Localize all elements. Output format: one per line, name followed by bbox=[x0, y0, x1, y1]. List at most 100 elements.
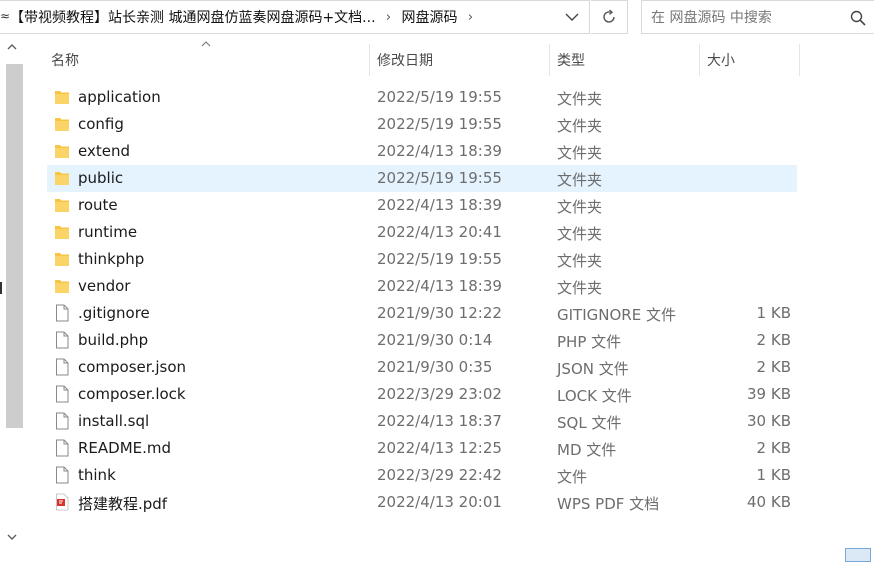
file-row[interactable]: config 2022/5/19 19:55 文件夹 bbox=[47, 111, 797, 138]
file-name[interactable]: .gitignore bbox=[78, 304, 150, 322]
breadcrumb-parent[interactable]: 【带视频教程】站长亲测 城通网盘仿蓝奏网盘源码+文档... bbox=[10, 7, 376, 27]
file-row[interactable]: 搭建教程.pdf 2022/4/13 20:01 WPS PDF 文档 40 KB bbox=[47, 489, 797, 516]
file-row[interactable]: README.md 2022/4/13 12:25 MD 文件 2 KB bbox=[47, 435, 797, 462]
scrollbar-thumb[interactable] bbox=[6, 64, 23, 428]
file-modified-date: 2021/9/30 0:14 bbox=[377, 331, 493, 349]
search-icon[interactable] bbox=[850, 10, 866, 26]
file-row[interactable]: runtime 2022/4/13 20:41 文件夹 bbox=[47, 219, 797, 246]
file-size: 1 KB bbox=[756, 304, 791, 322]
column-divider[interactable] bbox=[699, 44, 700, 76]
column-header-size[interactable]: 大小 bbox=[707, 44, 799, 76]
file-modified-date: 2022/4/13 20:01 bbox=[377, 493, 502, 511]
column-header-type[interactable]: 类型 bbox=[557, 44, 699, 76]
file-row[interactable]: composer.json 2021/9/30 0:35 JSON 文件 2 KB bbox=[47, 354, 797, 381]
column-header-name[interactable]: 名称 bbox=[51, 44, 369, 76]
vertical-scrollbar[interactable] bbox=[0, 40, 24, 550]
refresh-button[interactable] bbox=[591, 0, 628, 34]
file-name[interactable]: route bbox=[78, 196, 118, 214]
file-name[interactable]: application bbox=[78, 88, 161, 106]
file-icon bbox=[54, 385, 70, 403]
file-row[interactable]: think 2022/3/29 22:42 文件 1 KB bbox=[47, 462, 797, 489]
address-history-dropdown[interactable] bbox=[555, 1, 589, 33]
scroll-up-icon[interactable] bbox=[6, 42, 18, 52]
file-type: GITIGNORE 文件 bbox=[557, 306, 676, 324]
file-type: LOCK 文件 bbox=[557, 387, 632, 405]
search-input[interactable]: 在 网盘源码 中搜索 bbox=[641, 0, 874, 34]
folder-icon bbox=[54, 115, 70, 133]
navigation-pane-edge bbox=[0, 282, 2, 294]
file-name[interactable]: composer.json bbox=[78, 358, 186, 376]
file-icon bbox=[54, 439, 70, 457]
breadcrumb-separator-icon[interactable]: › bbox=[458, 10, 484, 25]
file-modified-date: 2022/4/13 18:39 bbox=[377, 196, 502, 214]
file-type: 文件夹 bbox=[557, 144, 603, 162]
file-type: SQL 文件 bbox=[557, 414, 622, 432]
column-divider[interactable] bbox=[369, 44, 370, 76]
file-name[interactable]: thinkphp bbox=[78, 250, 144, 268]
file-name[interactable]: 搭建教程.pdf bbox=[78, 493, 167, 514]
file-size: 39 KB bbox=[747, 385, 791, 403]
file-size: 2 KB bbox=[756, 331, 791, 349]
file-modified-date: 2022/5/19 19:55 bbox=[377, 169, 502, 187]
file-modified-date: 2022/3/29 23:02 bbox=[377, 385, 502, 403]
file-type: 文件夹 bbox=[557, 279, 603, 297]
file-size: 2 KB bbox=[756, 439, 791, 457]
file-modified-date: 2021/9/30 0:35 bbox=[377, 358, 493, 376]
file-type: JSON 文件 bbox=[557, 360, 629, 378]
file-modified-date: 2022/5/19 19:55 bbox=[377, 88, 502, 106]
file-row[interactable]: install.sql 2022/4/13 18:37 SQL 文件 30 KB bbox=[47, 408, 797, 435]
column-header-date[interactable]: 修改日期 bbox=[377, 44, 549, 76]
file-size: 2 KB bbox=[756, 358, 791, 376]
file-type: PHP 文件 bbox=[557, 333, 622, 351]
column-divider[interactable] bbox=[549, 44, 550, 76]
file-name[interactable]: build.php bbox=[78, 331, 148, 349]
file-modified-date: 2022/4/13 12:25 bbox=[377, 439, 502, 457]
folder-icon bbox=[54, 223, 70, 241]
folder-icon bbox=[54, 277, 70, 295]
file-name[interactable]: public bbox=[78, 169, 123, 187]
file-name[interactable]: runtime bbox=[78, 223, 137, 241]
file-icon bbox=[54, 304, 70, 322]
file-name[interactable]: think bbox=[78, 466, 116, 484]
refresh-icon bbox=[603, 9, 615, 23]
folder-icon bbox=[54, 196, 70, 214]
file-row[interactable]: application 2022/5/19 19:55 文件夹 bbox=[47, 84, 797, 111]
file-row[interactable]: build.php 2021/9/30 0:14 PHP 文件 2 KB bbox=[47, 327, 797, 354]
file-row[interactable]: thinkphp 2022/5/19 19:55 文件夹 bbox=[47, 246, 797, 273]
file-modified-date: 2022/4/13 18:39 bbox=[377, 142, 502, 160]
file-modified-date: 2022/5/19 19:55 bbox=[377, 250, 502, 268]
file-type: 文件夹 bbox=[557, 171, 603, 189]
breadcrumb-current[interactable]: 网盘源码 bbox=[402, 7, 458, 27]
search-placeholder: 在 网盘源码 中搜索 bbox=[651, 10, 772, 26]
file-row[interactable]: vendor 2022/4/13 18:39 文件夹 bbox=[47, 273, 797, 300]
column-divider[interactable] bbox=[799, 44, 800, 76]
file-name[interactable]: README.md bbox=[78, 439, 171, 457]
file-row[interactable]: public 2022/5/19 19:55 文件夹 bbox=[47, 165, 797, 192]
folder-icon bbox=[54, 250, 70, 268]
file-icon bbox=[54, 466, 70, 484]
address-bar[interactable]: 【带视频教程】站长亲测 城通网盘仿蓝奏网盘源码+文档... › 网盘源码 › bbox=[0, 0, 590, 34]
file-name[interactable]: extend bbox=[78, 142, 130, 160]
file-size: 40 KB bbox=[747, 493, 791, 511]
folder-icon bbox=[54, 142, 70, 160]
file-type: 文件夹 bbox=[557, 117, 603, 135]
folder-icon bbox=[54, 169, 70, 187]
file-row[interactable]: extend 2022/4/13 18:39 文件夹 bbox=[47, 138, 797, 165]
file-name[interactable]: config bbox=[78, 115, 124, 133]
file-name[interactable]: composer.lock bbox=[78, 385, 186, 403]
file-name[interactable]: vendor bbox=[78, 277, 130, 295]
file-icon bbox=[54, 331, 70, 349]
file-type: 文件夹 bbox=[557, 225, 603, 243]
file-modified-date: 2022/3/29 22:42 bbox=[377, 466, 502, 484]
file-name[interactable]: install.sql bbox=[78, 412, 149, 430]
details-view-toggle[interactable] bbox=[845, 548, 871, 562]
file-type: 文件 bbox=[557, 468, 588, 486]
breadcrumb-separator-icon[interactable]: › bbox=[376, 10, 402, 25]
pdf-icon bbox=[54, 493, 70, 511]
file-row[interactable]: composer.lock 2022/3/29 23:02 LOCK 文件 39 KB bbox=[47, 381, 797, 408]
file-row[interactable]: .gitignore 2021/9/30 12:22 GITIGNORE 文件 1 K… bbox=[47, 300, 797, 327]
scroll-down-icon[interactable] bbox=[6, 532, 18, 542]
file-modified-date: 2022/5/19 19:55 bbox=[377, 115, 502, 133]
file-row[interactable]: route 2022/4/13 18:39 文件夹 bbox=[47, 192, 797, 219]
address-bar-row: ≈ 【带视频教程】站长亲测 城通网盘仿蓝奏网盘源码+文档... › 网盘源码 ›… bbox=[0, 0, 874, 34]
